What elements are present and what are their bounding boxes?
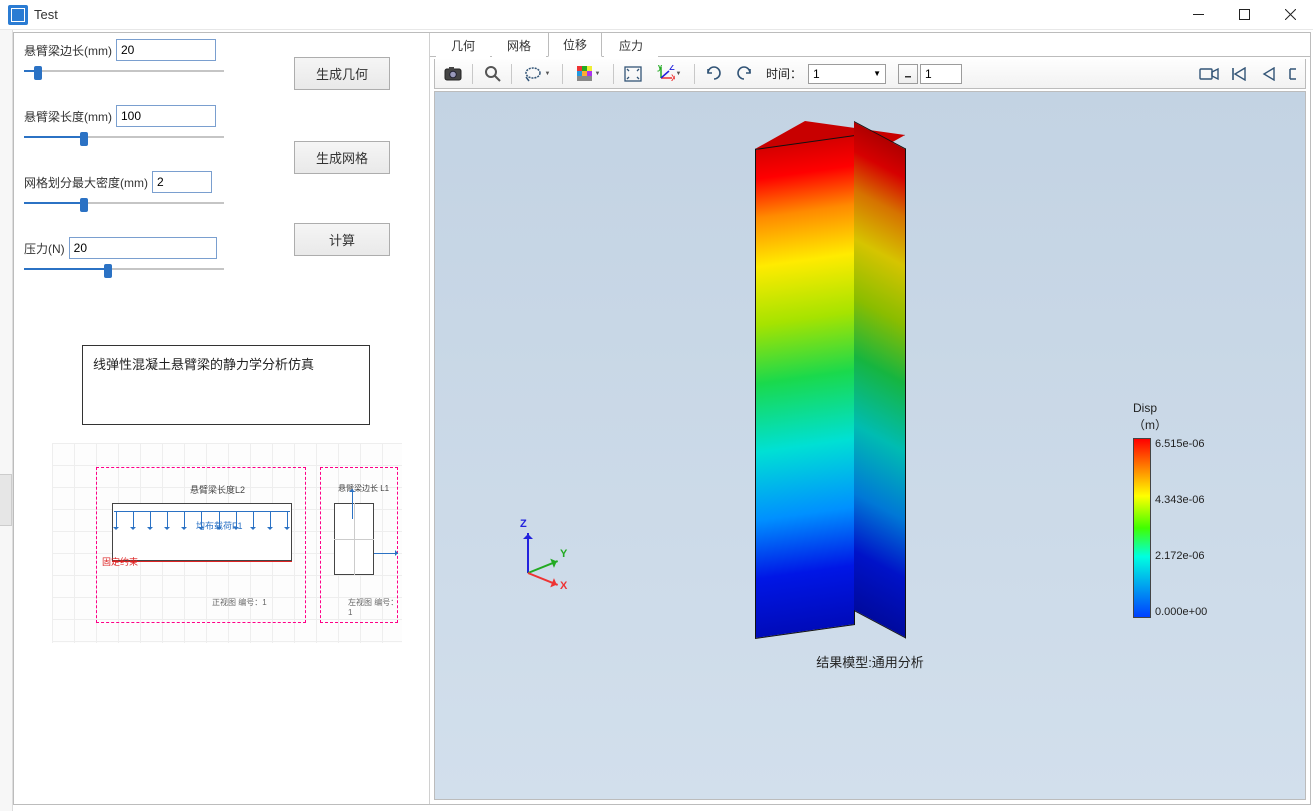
diagram-span-label: 悬臂梁长度L2 [190,483,245,496]
compute-button[interactable]: 计算 [294,223,390,256]
triad-x-label: X [560,580,567,592]
fit-icon [624,66,642,82]
screenshot-button[interactable] [439,62,467,86]
result-tabs: 几何 网格 位移 应力 [430,33,1310,57]
pressure-slider[interactable] [24,261,224,277]
mesh-density-input[interactable] [152,171,212,193]
expand-icon [1288,67,1298,81]
tab-stress[interactable]: 应力 [604,33,658,57]
color-legend: Disp （m） 6.515e-06 4.343e-06 2.172e-06 0… [1133,400,1243,618]
time-select[interactable]: 1▼ [808,64,886,84]
rotate-ccw-button[interactable] [730,62,758,86]
app-icon [8,5,28,25]
camcorder-icon [1199,67,1219,81]
window-minimize-button[interactable] [1175,0,1221,30]
legend-tick: 4.343e-06 [1155,494,1207,506]
play-prev-icon [1262,67,1276,81]
anim-more-button[interactable] [1285,62,1301,86]
legend-title-1: Disp [1133,401,1157,415]
svg-text:y: y [657,65,663,72]
fit-view-button[interactable] [619,62,647,86]
pressure-input[interactable] [69,237,217,259]
color-cube-icon [576,65,594,82]
legend-tick: 0.000e+00 [1155,606,1207,618]
beam-length-slider[interactable] [24,129,224,145]
result-caption: 结果模型:通用分析 [816,652,924,671]
triad-z-label: Z [520,518,527,530]
rotate-cw-button[interactable] [700,62,728,86]
camera-icon [444,66,462,81]
select-button[interactable]: ▼ [517,62,557,86]
generate-mesh-button[interactable]: 生成网格 [294,141,390,174]
diagram-view2-label: 左视图 编号：1 [348,597,402,617]
triad-y-label: Y [560,548,567,560]
rotate-cw-icon [705,65,723,82]
tab-mesh[interactable]: 网格 [492,33,546,57]
tab-geometry[interactable]: 几何 [436,33,490,57]
diagram-fix-label: 固定约束 [102,555,138,568]
result-beam-3d [755,107,913,637]
axis-triad: X Y Z [510,524,580,594]
rotate-ccw-icon [735,65,753,82]
colormap-button[interactable]: ▼ [568,62,608,86]
beam-length-input[interactable] [116,105,216,127]
3d-viewport[interactable]: X Y Z 结果模型:通用分析 Disp （m） 6.515e-06 4.343… [434,91,1306,800]
edge-length-input[interactable] [116,39,216,61]
legend-tick: 6.515e-06 [1155,438,1207,450]
edge-length-slider[interactable] [24,63,224,79]
window-maximize-button[interactable] [1221,0,1267,30]
axis-icon: zyx [657,65,675,82]
anim-prev-button[interactable] [1255,62,1283,86]
skip-first-icon [1231,67,1247,81]
step-prev-button[interactable] [898,64,918,84]
diagram-load-label: 均布载荷F1 [196,519,243,532]
axis-orient-button[interactable]: zyx▼ [649,62,689,86]
legend-colorbar [1133,438,1151,618]
left-edge-gutter [0,30,13,811]
mesh-density-label: 网格划分最大密度(mm) [24,174,148,191]
magnifier-icon [484,65,501,82]
window-title: Test [34,7,58,22]
generate-geometry-button[interactable]: 生成几何 [294,57,390,90]
window-close-button[interactable] [1267,0,1313,30]
pressure-label: 压力(N) [24,240,65,257]
diagram-view1-label: 正视图 编号：1 [212,597,267,608]
legend-tick: 2.172e-06 [1155,550,1207,562]
edge-length-label: 悬臂梁边长(mm) [24,42,112,59]
description-box: 线弹性混凝土悬臂梁的静力学分析仿真 [82,345,370,425]
viewport-toolbar: ▼ ▼ zyx▼ 时间： 1▼ [434,59,1306,89]
mesh-density-slider[interactable] [24,195,224,211]
time-label: 时间： [766,65,802,82]
window-titlebar: Test [0,0,1313,30]
schematic-diagram: 悬臂梁长度L2 均布载荷F1 固定约束 正视图 编号：1 悬臂梁边长 L1 左视… [52,443,402,643]
tab-displacement[interactable]: 位移 [548,32,602,57]
beam-length-label: 悬臂梁长度(mm) [24,108,112,125]
diagram-cross-label: 悬臂梁边长 L1 [338,483,389,494]
record-button[interactable] [1195,62,1223,86]
legend-title-2: （m） [1133,418,1167,432]
svg-text:x: x [671,70,675,82]
parameters-panel: 悬臂梁边长(mm) 生成几何 悬臂梁长度(mm) [14,33,429,804]
step-input[interactable] [920,64,962,84]
anim-first-button[interactable] [1225,62,1253,86]
lasso-select-icon [524,66,544,82]
zoom-button[interactable] [478,62,506,86]
